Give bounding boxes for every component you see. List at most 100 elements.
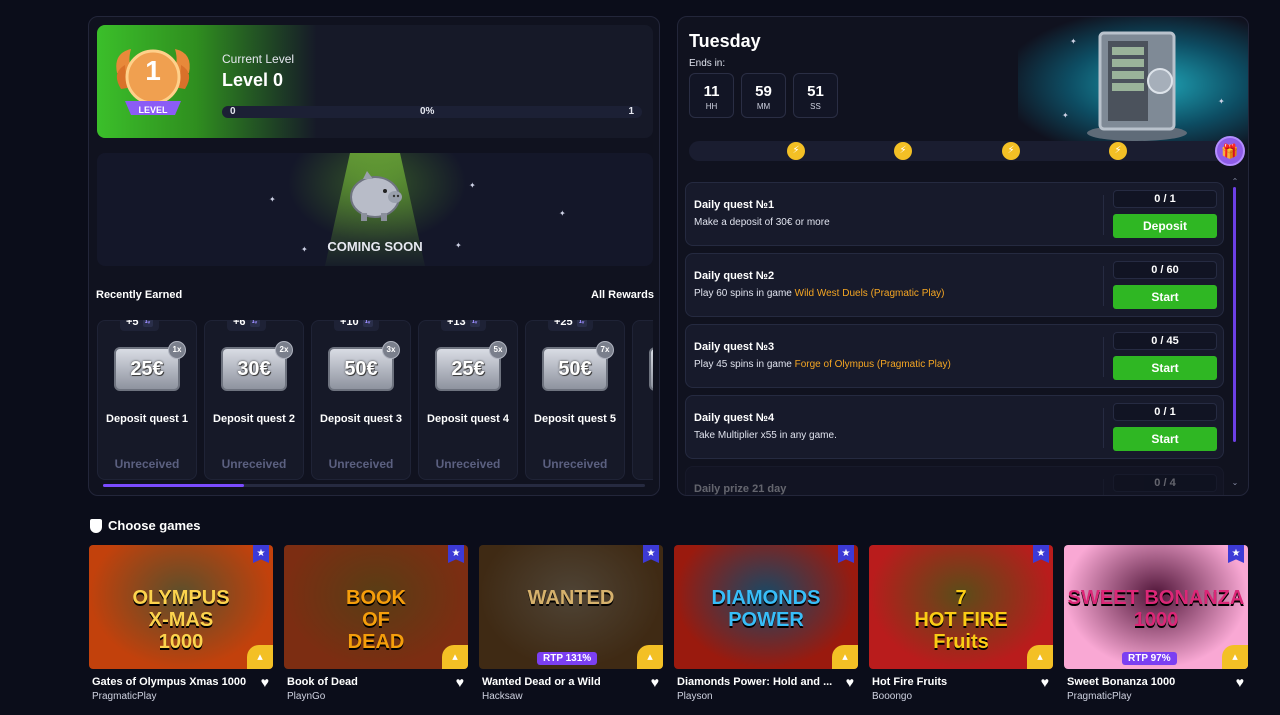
reward-multiplier: 7x	[596, 341, 614, 359]
podium-icon: ▴	[1222, 645, 1248, 669]
game-provider: Booongo	[872, 691, 913, 702]
game-card[interactable]: DIAMONDS POWER ★ ▴ Diamonds Power: Hold and…	[674, 545, 858, 715]
game-card[interactable]: 7 HOT FIRE Fruits ★ ▴ Hot Fire Fruits Booong…	[869, 545, 1053, 715]
voucher-icon: 25€ 5x	[431, 341, 507, 397]
game-card[interactable]: WANTED ★ ▴ RTP 131% Wanted Dead or a Wild Hac…	[479, 545, 663, 715]
star-icon[interactable]: ★	[838, 545, 854, 563]
game-art: BOOK OF DEAD	[346, 587, 406, 653]
bolt-icon: ⚡	[1002, 142, 1020, 160]
quest-scrollbar-thumb[interactable]	[1233, 187, 1236, 442]
gift-icon[interactable]: 🎁	[1215, 136, 1245, 166]
current-level-label: Current Level	[222, 52, 295, 66]
bolt-icon: ⚡	[1109, 142, 1127, 160]
chevron-down-icon[interactable]: ⌄	[1231, 478, 1239, 487]
reward-bonus: +10 ɪᵥ	[334, 320, 379, 331]
reward-amount: 50€	[344, 358, 378, 380]
game-provider: Hacksaw	[482, 691, 523, 702]
quest-card: Daily quest №4 Take Multiplier x55 in any…	[685, 395, 1224, 459]
reward-bonus: +5 ɪᵥ	[120, 320, 159, 331]
heart-icon[interactable]: ♥	[1236, 674, 1244, 690]
reward-title: Deposit quest 5	[534, 413, 616, 425]
reward-card[interactable]: +13 ɪᵥ 25€ 5x Deposit quest 4 Unreceived	[418, 320, 518, 480]
game-card[interactable]: BOOK OF DEAD ★ ▴ Book of Dead PlaynGo ♥	[284, 545, 468, 715]
podium-icon: ▴	[832, 645, 858, 669]
piggy-bank-icon	[350, 171, 402, 221]
quest-start-button[interactable]: Start	[1113, 285, 1217, 309]
reward-card[interactable]: +5 ɪᵥ 25€ 1x Deposit quest 1 Unreceived	[97, 320, 197, 480]
game-provider: PragmaticPlay	[1067, 691, 1132, 702]
quest-game-link[interactable]: Forge of Olympus (Pragmatic Play)	[795, 359, 951, 370]
reward-title: Deposit quest 2	[213, 413, 295, 425]
game-thumbnail[interactable]: DIAMONDS POWER ★ ▴	[674, 545, 858, 669]
heart-icon[interactable]: ♥	[1041, 674, 1049, 690]
reward-multiplier: 5x	[489, 341, 507, 359]
game-card[interactable]: OLYMPUS X-MAS 1000 ★ ▴ Gates of Olympus Xma…	[89, 545, 273, 715]
heart-icon[interactable]: ♥	[261, 674, 269, 690]
reward-title: Deposit quest 1	[106, 413, 188, 425]
game-art: OLYMPUS X-MAS 1000	[132, 587, 230, 653]
streak-progress: ⚡ ⚡ ⚡ ⚡	[689, 141, 1234, 161]
quest-game-link[interactable]: Wild West Duels (Pragmatic Play)	[795, 288, 945, 299]
progress-end: 1	[628, 106, 634, 117]
game-name[interactable]: Diamonds Power: Hold and ...	[677, 676, 832, 688]
quest-start-button[interactable]: Start	[1113, 427, 1217, 451]
vault-icon	[1087, 31, 1187, 141]
star-icon[interactable]: ★	[253, 545, 269, 563]
bolt-icon: ɪᵥ	[469, 320, 480, 327]
game-thumbnail[interactable]: SWEET BONANZA 1000 ★ ▴ RTP 97%	[1064, 545, 1248, 669]
game-provider: PlaynGo	[287, 691, 326, 702]
game-provider: PragmaticPlay	[92, 691, 157, 702]
coming-soon-card: ✦ ✦ ✦ ✦ ✦ COMING SOON	[97, 153, 653, 266]
game-name[interactable]: Book of Dead	[287, 676, 358, 688]
all-rewards-link[interactable]: All Rewards	[591, 289, 654, 301]
podium-icon: ▴	[247, 645, 273, 669]
game-name[interactable]: Gates of Olympus Xmas 1000	[92, 676, 246, 688]
game-thumbnail[interactable]: BOOK OF DEAD ★ ▴	[284, 545, 468, 669]
chevron-up-icon[interactable]: ⌃	[1231, 177, 1239, 186]
bolt-icon: ɪᵥ	[576, 320, 587, 327]
heart-icon[interactable]: ♥	[651, 674, 659, 690]
reward-title: Deposit quest 3	[320, 413, 402, 425]
reward-multiplier: 1x	[168, 341, 186, 359]
level-progress-bar: 0 0% 1	[222, 106, 642, 118]
star-icon[interactable]: ★	[1033, 545, 1049, 563]
game-name[interactable]: Wanted Dead or a Wild	[482, 676, 601, 688]
game-thumbnail[interactable]: OLYMPUS X-MAS 1000 ★ ▴	[89, 545, 273, 669]
day-title: Tuesday	[689, 31, 761, 51]
reward-card[interactable]: +25 ɪᵥ 50€ 7x Deposit quest 5 Unreceived	[525, 320, 625, 480]
quest-title: Daily quest №1	[694, 199, 775, 211]
heart-icon[interactable]: ♥	[456, 674, 464, 690]
game-card[interactable]: SWEET BONANZA 1000 ★ ▴ RTP 97% Sweet Bonanza…	[1064, 545, 1248, 715]
heart-icon[interactable]: ♥	[846, 674, 854, 690]
reward-amount: 50€	[558, 358, 592, 380]
star-icon[interactable]: ★	[643, 545, 659, 563]
game-name[interactable]: Sweet Bonanza 1000	[1067, 676, 1175, 688]
game-thumbnail[interactable]: 7 HOT FIRE Fruits ★ ▴	[869, 545, 1053, 669]
bolt-icon: ɪᵥ	[249, 320, 260, 327]
quest-deposit-button[interactable]: Deposit	[1113, 214, 1217, 238]
reward-multiplier: 2x	[275, 341, 293, 359]
game-name[interactable]: Hot Fire Fruits	[872, 676, 947, 688]
quest-start-button[interactable]: Start	[1113, 356, 1217, 380]
star-icon[interactable]: ★	[1228, 545, 1244, 563]
reward-card[interactable]: +6 ɪᵥ 30€ 2x Deposit quest 2 Unreceived	[204, 320, 304, 480]
rewards-carousel[interactable]: +5 ɪᵥ 25€ 1x Deposit quest 1 Unreceived +6 ɪᵥ 30…	[97, 320, 653, 482]
rewards-scrollbar[interactable]	[103, 484, 645, 487]
reward-title: Deposit quest 4	[427, 413, 509, 425]
quest-description: Make a deposit of 30€ or more	[694, 217, 830, 228]
quest-progress: 0 / 45	[1113, 332, 1217, 350]
rewards-scrollbar-thumb[interactable]	[103, 484, 244, 487]
quest-scrollbar[interactable]: ⌃ ⌄	[1231, 177, 1239, 487]
reward-title: De	[633, 413, 653, 425]
recently-earned-heading: Recently Earned	[96, 289, 183, 301]
reward-card[interactable]: +10 ɪᵥ 50€ 3x Deposit quest 3 Unreceived	[311, 320, 411, 480]
current-level-value: Level 0	[222, 70, 284, 90]
reward-bonus: +13 ɪᵥ	[441, 320, 486, 331]
quest-title: Daily quest №4	[694, 412, 775, 424]
star-icon[interactable]: ★	[448, 545, 464, 563]
ends-in-label: Ends in:	[689, 58, 726, 69]
quest-progress: 0 / 1	[1113, 403, 1217, 421]
game-thumbnail[interactable]: WANTED ★ ▴ RTP 131%	[479, 545, 663, 669]
reward-amount: 30€	[237, 358, 271, 380]
reward-card[interactable]: De U	[632, 320, 653, 480]
